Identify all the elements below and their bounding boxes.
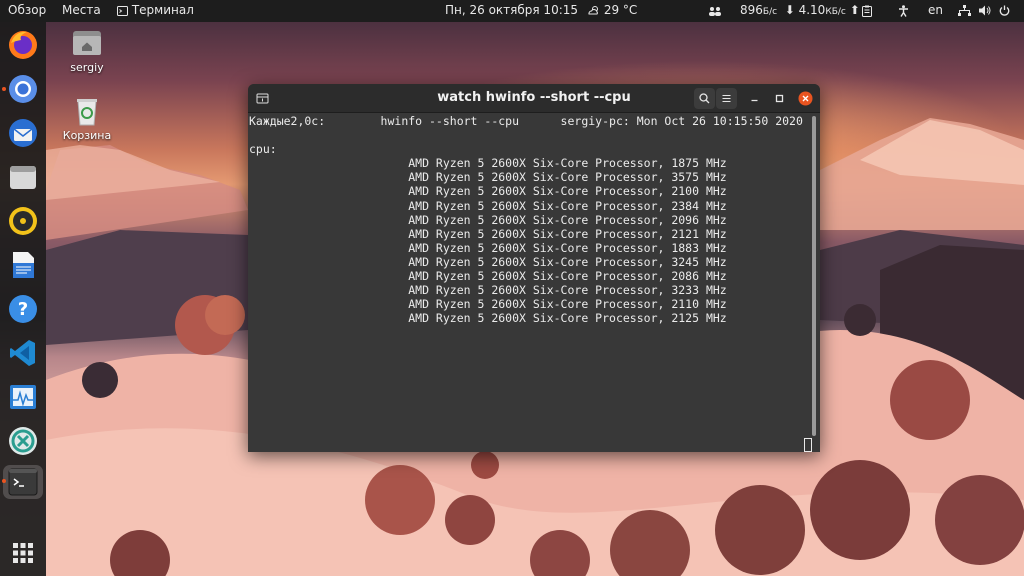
menu-button[interactable] <box>716 88 737 109</box>
chromium-icon[interactable] <box>7 73 39 105</box>
terminal-line: Каждые2,0с: hwinfo --short --cpu sergiy-… <box>249 114 803 128</box>
power-icon[interactable] <box>999 3 1010 17</box>
window-titlebar[interactable]: watch hwinfo --short --cpu <box>248 84 820 113</box>
terminal-line: cpu: <box>249 142 277 157</box>
running-indicator <box>2 87 6 91</box>
desktop-home-folder[interactable]: sergiy <box>47 28 127 74</box>
terminal-small-icon <box>117 5 128 16</box>
clipboard-icon[interactable] <box>862 3 872 17</box>
terminal-line: AMD Ryzen 5 2600X Six-Core Processor, 32… <box>249 254 727 269</box>
net-down-value: 896 <box>740 3 763 17</box>
terminal-window: watch hwinfo --short --cpu Каждые2,0с: h… <box>248 84 820 452</box>
terminal-scrollbar[interactable] <box>812 116 816 436</box>
app-menu-label: Терминал <box>131 3 194 17</box>
net-up-unit: КБ/с <box>825 7 846 17</box>
activities-button[interactable]: Обзор <box>8 3 46 17</box>
search-icon <box>699 93 710 104</box>
terminal-line: AMD Ryzen 5 2600X Six-Core Processor, 21… <box>249 297 727 312</box>
places-menu[interactable]: Места <box>62 3 101 17</box>
network-wired-icon[interactable] <box>958 3 971 17</box>
help-icon[interactable]: ? <box>7 293 39 325</box>
terminal-line: AMD Ryzen 5 2600X Six-Core Processor, 21… <box>249 311 727 326</box>
net-up-value: 4.10 <box>798 3 826 17</box>
trash-icon <box>72 96 102 126</box>
home-folder-label: sergiy <box>70 61 104 74</box>
system-monitor-icon[interactable] <box>7 381 39 413</box>
terminal-line: AMD Ryzen 5 2600X Six-Core Processor, 20… <box>249 212 727 227</box>
terminal-line: AMD Ryzen 5 2600X Six-Core Processor, 35… <box>249 170 727 185</box>
accessibility-icon[interactable] <box>898 3 909 17</box>
rhythmbox-icon[interactable] <box>7 205 39 237</box>
weather-temp: 29 °C <box>603 3 638 17</box>
maximize-button[interactable] <box>769 88 790 109</box>
maximize-icon <box>775 94 784 103</box>
net-down-unit: Б/с <box>762 7 778 17</box>
clock[interactable]: Пн, 26 октября 10:15 <box>445 3 578 17</box>
terminal-line: AMD Ryzen 5 2600X Six-Core Processor, 21… <box>249 226 727 241</box>
crossover-icon[interactable] <box>7 425 39 457</box>
terminal-line: AMD Ryzen 5 2600X Six-Core Processor, 23… <box>249 198 727 213</box>
firefox-icon[interactable] <box>7 29 39 61</box>
desktop-trash[interactable]: Корзина <box>47 96 127 142</box>
terminal-output[interactable]: Каждые2,0с: hwinfo --short --cpu sergiy-… <box>248 113 812 452</box>
minimize-icon <box>751 99 758 102</box>
dock: ? <box>0 22 46 576</box>
net-speed-indicator[interactable]: 896Б/с ⬇ 4.10КБ/с ⬆ <box>740 3 860 17</box>
apps-grid-icon[interactable] <box>7 537 39 569</box>
arrow-up-icon: ⬆ <box>849 3 860 17</box>
keyboard-layout-indicator[interactable]: en <box>928 3 943 17</box>
search-button[interactable] <box>694 88 715 109</box>
terminal-line: AMD Ryzen 5 2600X Six-Core Processor, 20… <box>249 269 727 284</box>
files-icon[interactable] <box>7 161 39 193</box>
terminal-line: AMD Ryzen 5 2600X Six-Core Processor, 18… <box>249 156 727 171</box>
terminal-line: AMD Ryzen 5 2600X Six-Core Processor, 18… <box>249 240 727 255</box>
writer-icon[interactable] <box>7 249 39 281</box>
minimize-button[interactable] <box>744 88 765 109</box>
thunderbird-icon[interactable] <box>7 117 39 149</box>
close-button[interactable] <box>795 88 816 109</box>
svg-text:?: ? <box>18 299 28 320</box>
top-panel: Обзор Места Терминал Пн, 26 октября 10:1… <box>0 0 1024 22</box>
people-icon[interactable] <box>708 3 722 17</box>
terminal-icon-highlight[interactable] <box>3 465 43 499</box>
cloud-sun-icon <box>588 6 598 15</box>
terminal-line: AMD Ryzen 5 2600X Six-Core Processor, 32… <box>249 283 727 298</box>
volume-icon[interactable] <box>979 3 991 17</box>
terminal-line: AMD Ryzen 5 2600X Six-Core Processor, 21… <box>249 184 727 199</box>
terminal-cursor <box>804 438 812 452</box>
running-indicator <box>2 479 6 483</box>
home-folder-icon <box>72 28 102 58</box>
close-icon <box>798 91 813 106</box>
hamburger-menu-icon <box>722 95 731 102</box>
vscode-icon[interactable] <box>7 337 39 369</box>
weather-indicator[interactable]: 29 °C <box>587 3 637 17</box>
terminal-icon <box>8 468 38 496</box>
trash-label: Корзина <box>62 129 112 142</box>
arrow-down-icon: ⬇ <box>780 3 795 17</box>
app-menu-terminal[interactable]: Терминал <box>117 3 194 17</box>
